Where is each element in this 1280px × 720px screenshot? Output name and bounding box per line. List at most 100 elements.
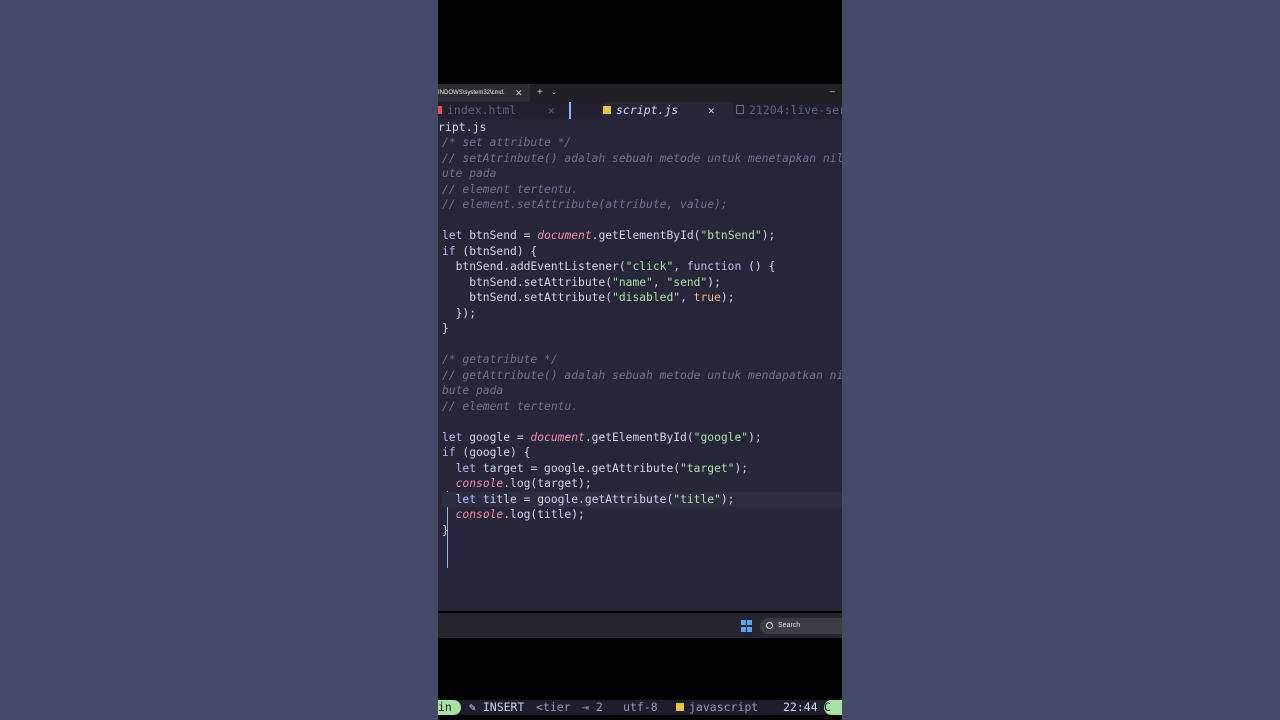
buffer-tab-index-html[interactable]: index.html <box>438 102 516 119</box>
code-token: (btnSend) { <box>455 244 538 258</box>
code-line[interactable]: let btnSend = document.getElementById("b… <box>442 228 842 244</box>
code-line[interactable]: console.log(target); <box>442 476 842 492</box>
code-token: () { <box>741 260 776 273</box>
buffer-tab-live-server[interactable]: 21204:live-ser <box>736 102 842 119</box>
statusline: in ✎ INSERT <tier ⇥ 2 utf-8 javascript 2… <box>438 700 842 715</box>
code-token: let <box>455 492 477 506</box>
buffer-tabline: index.html ✕ script.js ✕ 21204:live-ser <box>438 102 842 119</box>
code-line[interactable]: } <box>442 523 842 539</box>
code-editor[interactable]: index.html ✕ script.js ✕ 21204:live-ser … <box>438 102 842 715</box>
code-token: "disabled" <box>612 291 681 304</box>
code-token: if <box>442 244 456 258</box>
close-icon[interactable]: ✕ <box>708 102 715 119</box>
code-token: ); <box>707 275 721 289</box>
code-line[interactable]: }); <box>442 306 842 322</box>
code-token: let <box>455 461 477 475</box>
code-token: } <box>442 322 449 335</box>
code-token: .getElementById( <box>584 430 694 444</box>
code-line[interactable]: let title = google.getAttribute("title")… <box>442 491 842 507</box>
code-token: "btnSend" <box>700 229 762 242</box>
code-line[interactable] <box>442 337 842 353</box>
code-token: target = google.getAttribute( <box>476 461 681 475</box>
chevron-down-icon[interactable]: ⌄ <box>551 84 557 102</box>
buffer-tab-label: script.js <box>616 103 679 117</box>
statusline-right-segment: C <box>824 700 842 715</box>
background-left <box>0 0 438 720</box>
code-token: document <box>530 430 585 444</box>
code-line[interactable]: // element.setAttribute(attribute, value… <box>442 197 842 213</box>
code-line[interactable]: console.log(title); <box>442 507 842 523</box>
code-token: }); <box>442 306 477 320</box>
code-token: "click" <box>625 260 674 273</box>
encoding-indicator: utf-8 <box>623 700 658 714</box>
terminal-tab[interactable]: INDOWS\system32\cmd. ✕ <box>438 84 530 102</box>
code-token: ); <box>748 430 762 444</box>
windows-start-icon[interactable] <box>741 620 753 632</box>
code-line[interactable]: bute pada <box>442 383 842 399</box>
mode-indicator: ✎ INSERT <box>469 700 525 714</box>
code-line[interactable] <box>442 414 842 430</box>
code-line[interactable] <box>442 213 842 229</box>
code-token: title = google.getAttribute( <box>476 492 674 506</box>
code-line[interactable]: let google = document.getElementById("go… <box>442 430 842 446</box>
statusline-left-segment: in <box>438 700 461 715</box>
code-token: "send" <box>666 275 708 289</box>
code-line[interactable]: } <box>442 321 842 337</box>
code-token: // getAttribute() adalah sebuah metode u… <box>442 368 842 382</box>
code-token: ute pada <box>442 167 497 180</box>
clock: 22:44 <box>783 700 818 714</box>
code-line[interactable]: btnSend.setAttribute("disabled", true); <box>442 290 842 306</box>
code-token: , <box>652 275 667 289</box>
code-line[interactable]: /* getatribute */ <box>442 352 842 368</box>
taskbar-search[interactable]: Search <box>760 618 842 634</box>
code-line[interactable]: // element tertentu. <box>442 399 842 415</box>
code-token: "title" <box>673 492 721 506</box>
code-line[interactable]: // getAttribute() adalah sebuah metode u… <box>442 368 842 384</box>
code-token: btnSend.setAttribute( <box>442 291 613 304</box>
code-token: // element tertentu. <box>442 399 579 413</box>
code-token: ); <box>720 492 735 506</box>
code-line[interactable]: if (google) { <box>442 445 842 461</box>
code-token: ); <box>734 461 749 475</box>
indent-indicator: ⇥ 2 <box>582 700 603 714</box>
code-token: document <box>537 229 592 242</box>
code-token: console <box>455 508 504 521</box>
code-line[interactable]: let target = google.getAttribute("target… <box>442 461 842 477</box>
close-icon[interactable]: ✕ <box>548 102 555 119</box>
buffer-tab-label: 21204:live-ser <box>749 103 842 117</box>
code-token: (google) { <box>455 446 531 459</box>
code-token: true <box>693 291 721 304</box>
code-area[interactable]: /* set attribute */ // setAtrinbute() ada… <box>442 135 842 568</box>
code-token: btnSend = <box>462 229 538 242</box>
code-token: bute pada <box>442 384 504 397</box>
code-token: btnSend.setAttribute( <box>442 275 613 289</box>
search-icon <box>766 622 773 629</box>
code-line[interactable]: btnSend.setAttribute("name", "send"); <box>442 275 842 291</box>
code-line[interactable]: /* set attribute */ <box>442 135 842 151</box>
code-token: /* getatribute */ <box>442 353 558 366</box>
code-token: let <box>442 229 463 242</box>
close-icon[interactable]: ✕ <box>515 84 523 102</box>
code-line[interactable]: if (btnSend) { <box>442 244 842 260</box>
code-token: } <box>442 523 449 537</box>
code-line[interactable]: // setAtrinbute() adalah sebuah metode u… <box>442 151 842 167</box>
new-tab-button[interactable]: + <box>537 84 543 102</box>
minimize-button[interactable]: – <box>830 82 835 100</box>
pencil-icon: ✎ <box>469 700 483 714</box>
terminal-titlebar: INDOWS\system32\cmd. ✕ + ⌄ – <box>438 84 842 102</box>
buffer-tab-label: index.html <box>447 103 517 117</box>
winbar-filename: ript.js <box>438 120 487 134</box>
js-file-icon <box>676 702 684 711</box>
code-token: console <box>455 477 504 490</box>
code-line[interactable]: // element tertentu. <box>442 182 842 198</box>
code-line[interactable]: btnSend.addEventListener("click", functi… <box>442 259 842 275</box>
html-file-icon <box>438 105 442 114</box>
code-token: , <box>680 291 694 304</box>
code-token: ); <box>761 229 776 242</box>
code-line[interactable]: ute pada <box>442 166 842 182</box>
windows-taskbar: Search <box>438 613 842 638</box>
code-token: .log(title); <box>503 508 585 521</box>
video-frame: INDOWS\system32\cmd. ✕ + ⌄ – index.html … <box>438 0 842 720</box>
